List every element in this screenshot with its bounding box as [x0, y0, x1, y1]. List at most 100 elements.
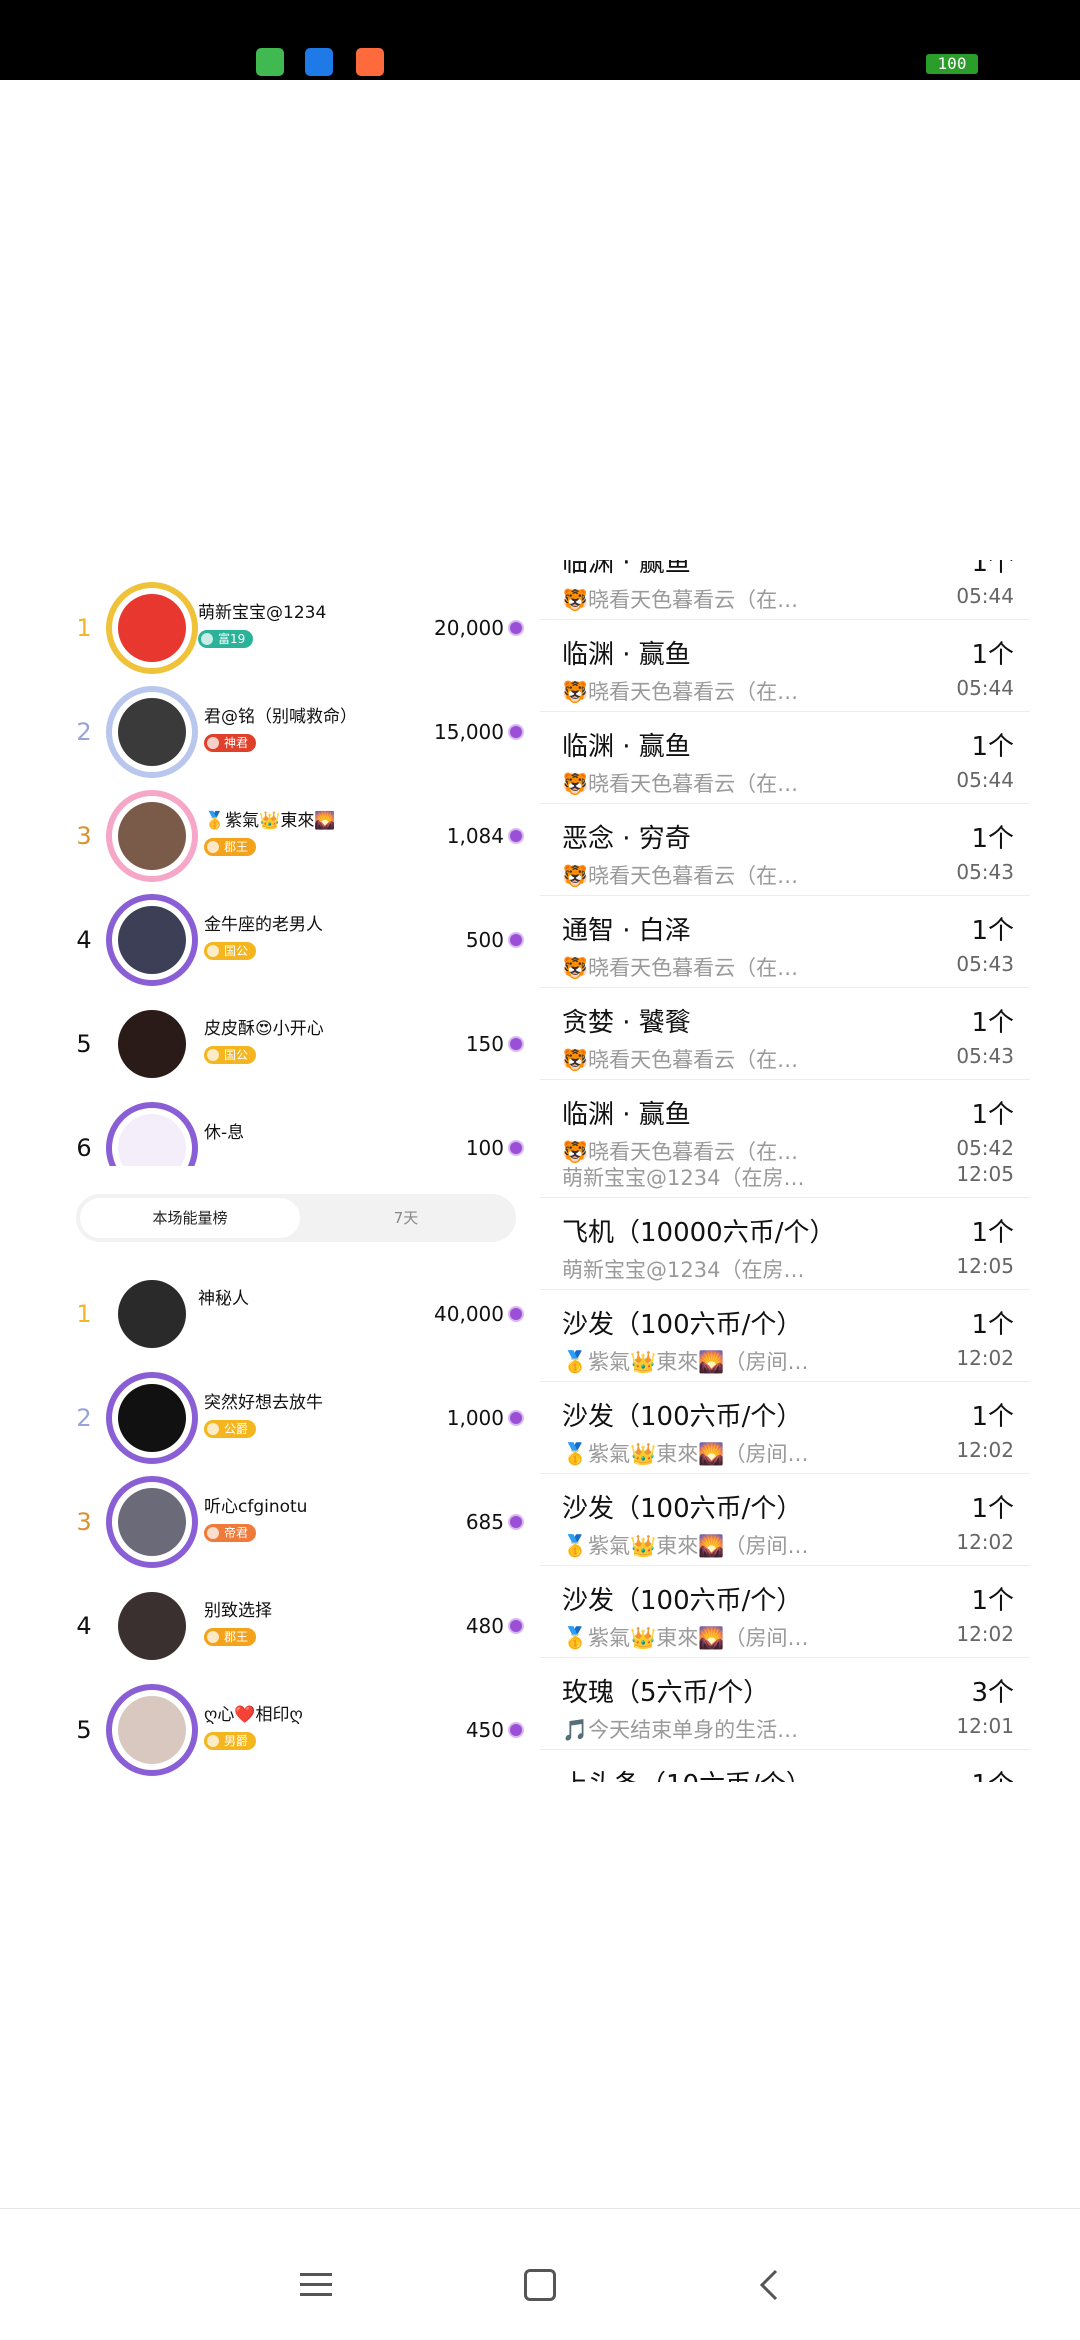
gift-count: 1个 — [971, 824, 1014, 854]
avatar[interactable] — [106, 790, 198, 882]
score: 685 — [465, 1510, 504, 1534]
back-icon[interactable] — [756, 2269, 784, 2301]
gift-time: 05:44 — [956, 584, 1014, 608]
shop-notification-icon — [356, 48, 384, 76]
coin-icon — [508, 1722, 524, 1738]
avatar[interactable] — [106, 1268, 198, 1360]
gift-name: 上头条（10六币/个） — [562, 1764, 812, 1782]
gift-row[interactable]: 沙发（100六币/个） 🥇紫氣👑東來🌄（房间… 1个 12:02 — [540, 1474, 1030, 1566]
gift-name: 玫瑰（5六币/个） — [562, 1678, 770, 1708]
avatar-frame — [106, 1102, 198, 1166]
avatar[interactable] — [106, 582, 198, 674]
avatar[interactable] — [106, 1372, 198, 1464]
score: 15,000 — [434, 720, 504, 744]
rank-tabs: 本场能量榜 7天 — [76, 1194, 516, 1242]
coin-icon — [508, 1514, 524, 1530]
rank-row[interactable]: 3 听心cfginotu 帝君 685 — [64, 1470, 524, 1574]
rank-row[interactable]: 6 休-息 100 — [64, 1096, 524, 1166]
rank-number: 1 — [76, 614, 92, 642]
gift-sender: 🎵今天结束单身的生活… — [562, 1718, 799, 1742]
gift-row[interactable]: 飞机（10000六币/个） 萌新宝宝@1234（在房… 1个 12:05 — [540, 1198, 1030, 1290]
gift-time: 05:43 — [956, 1044, 1014, 1068]
rank-row[interactable]: 4 别致选择 郡王 480 — [64, 1574, 524, 1678]
avatar[interactable] — [106, 1684, 198, 1776]
gift-name: 通智 · 白泽 — [562, 916, 691, 946]
gift-name: 沙发（100六币/个） — [562, 1310, 803, 1340]
gift-name: 临渊 · 赢鱼 — [562, 732, 691, 762]
gift-row[interactable]: 上头条（10六币/个） 1个 — [540, 1750, 1030, 1782]
score: 450 — [465, 1718, 504, 1742]
gift-time: 12:02 — [956, 1622, 1014, 1646]
rank-row[interactable]: 5 皮皮酥😍小开心 国公 150 — [64, 992, 524, 1096]
coin-icon — [508, 1410, 524, 1426]
rank-row[interactable]: 1 神秘人 40,000 — [64, 1262, 524, 1366]
rank-row[interactable]: 2 君@铭（别喊救命） 神君 15,000 — [64, 680, 524, 784]
user-name: 萌新宝宝@1234 — [198, 603, 327, 623]
user-name: ღ心❤️相印ღ — [204, 1705, 303, 1725]
gift-sender: 🐯晓看天色暮看云（在… — [562, 588, 799, 612]
gift-time: 12:01 — [956, 1714, 1014, 1738]
tab-seven-days[interactable]: 7天 — [300, 1198, 512, 1238]
gift-sender: 🥇紫氣👑東來🌄（房间… — [562, 1350, 809, 1374]
rank-row[interactable]: 5 ღ心❤️相印ღ 男爵 450 — [64, 1678, 524, 1782]
user-name: 休-息 — [204, 1123, 245, 1143]
gift-name: 沙发（100六币/个） — [562, 1494, 803, 1524]
level-badge: 国公 — [204, 1046, 257, 1064]
level-badge: 帝君 — [204, 1524, 257, 1542]
gift-row[interactable]: 通智 · 白泽 🐯晓看天色暮看云（在… 1个 05:43 — [540, 896, 1030, 988]
avatar[interactable] — [106, 1102, 198, 1166]
home-icon[interactable] — [524, 2269, 556, 2301]
coin-icon — [508, 1140, 524, 1156]
gift-sender: 🥇紫氣👑東來🌄（房间… — [562, 1534, 809, 1558]
gift-sender: 萌新宝宝@1234（在房… — [562, 1166, 805, 1190]
avatar[interactable] — [106, 894, 198, 986]
gift-row[interactable]: 临渊 · 赢鱼 🐯晓看天色暮看云（在… 1个 05:42 — [540, 1080, 1030, 1172]
level-badge: 男爵 — [204, 1732, 257, 1750]
coin-icon — [508, 1618, 524, 1634]
score: 100 — [465, 1136, 504, 1160]
gift-count: 1个 — [971, 732, 1014, 762]
rank-row[interactable]: 2 突然好想去放牛 公爵 1,000 — [64, 1366, 524, 1470]
rank-number: 4 — [76, 926, 92, 954]
rank-row[interactable]: 4 金牛座的老男人 国公 500 — [64, 888, 524, 992]
gift-row[interactable]: 玫瑰（5六币/个） 🎵今天结束单身的生活… 3个 12:01 — [540, 1658, 1030, 1750]
avatar[interactable] — [106, 998, 198, 1090]
gift-count: 1个 — [971, 560, 1014, 578]
gift-row[interactable]: 临渊 · 赢鱼 🐯晓看天色暮看云（在… 1个 05:44 — [540, 620, 1030, 712]
rank-row[interactable]: 1 萌新宝宝@1234 富19 20,000 — [64, 576, 524, 680]
avatar-frame — [106, 582, 198, 674]
gift-list-top: 临渊 · 赢鱼 🐯晓看天色暮看云（在… 1个 05:44 临渊 · 赢鱼 🐯晓看… — [540, 560, 1030, 1180]
gift-row[interactable]: 临渊 · 赢鱼 🐯晓看天色暮看云（在… 1个 05:44 — [540, 712, 1030, 804]
gift-row[interactable]: 贪婪 · 饕餮 🐯晓看天色暮看云（在… 1个 05:43 — [540, 988, 1030, 1080]
rank-number: 1 — [76, 1300, 92, 1328]
gift-row[interactable]: 沙发（100六币/个） 🥇紫氣👑東來🌄（房间… 1个 12:02 — [540, 1566, 1030, 1658]
gift-count: 3个 — [971, 1678, 1014, 1708]
gift-time: 12:02 — [956, 1346, 1014, 1370]
avatar[interactable] — [106, 1476, 198, 1568]
gift-row[interactable]: 沙发（100六币/个） 🥇紫氣👑東來🌄（房间… 1个 12:02 — [540, 1382, 1030, 1474]
gift-row[interactable]: 恶念 · 穷奇 🐯晓看天色暮看云（在… 1个 05:43 — [540, 804, 1030, 896]
rank-number: 5 — [76, 1716, 92, 1744]
score: 1,000 — [446, 1406, 504, 1430]
gift-row[interactable]: 萌新宝宝@1234（在房… 12:05 — [540, 1166, 1030, 1198]
rank-row[interactable]: 3 🥇紫氣👑東來🌄 郡王 1,084 — [64, 784, 524, 888]
rank-number: 3 — [76, 822, 92, 850]
gift-time: 05:42 — [956, 1136, 1014, 1160]
gift-name: 临渊 · 赢鱼 — [562, 640, 691, 670]
coin-icon — [508, 1036, 524, 1052]
menu-icon[interactable] — [300, 2273, 332, 2297]
gift-count: 1个 — [971, 1494, 1014, 1524]
gift-sender: 🐯晓看天色暮看云（在… — [562, 1140, 799, 1164]
baidu-notification-icon — [305, 48, 333, 76]
gift-row[interactable]: 沙发（100六币/个） 🥇紫氣👑東來🌄（房间… 1个 12:02 — [540, 1290, 1030, 1382]
avatar[interactable] — [106, 1580, 198, 1672]
rank-number: 2 — [76, 718, 92, 746]
avatar-frame — [106, 1268, 198, 1360]
gift-count: 1个 — [971, 1402, 1014, 1432]
gift-name: 飞机（10000六币/个） — [562, 1218, 836, 1248]
user-name: 听心cfginotu — [204, 1497, 308, 1517]
avatar[interactable] — [106, 686, 198, 778]
gift-row[interactable]: 临渊 · 赢鱼 🐯晓看天色暮看云（在… 1个 05:44 — [540, 560, 1030, 620]
user-name: 金牛座的老男人 — [204, 915, 323, 935]
tab-current-energy[interactable]: 本场能量榜 — [80, 1198, 300, 1238]
